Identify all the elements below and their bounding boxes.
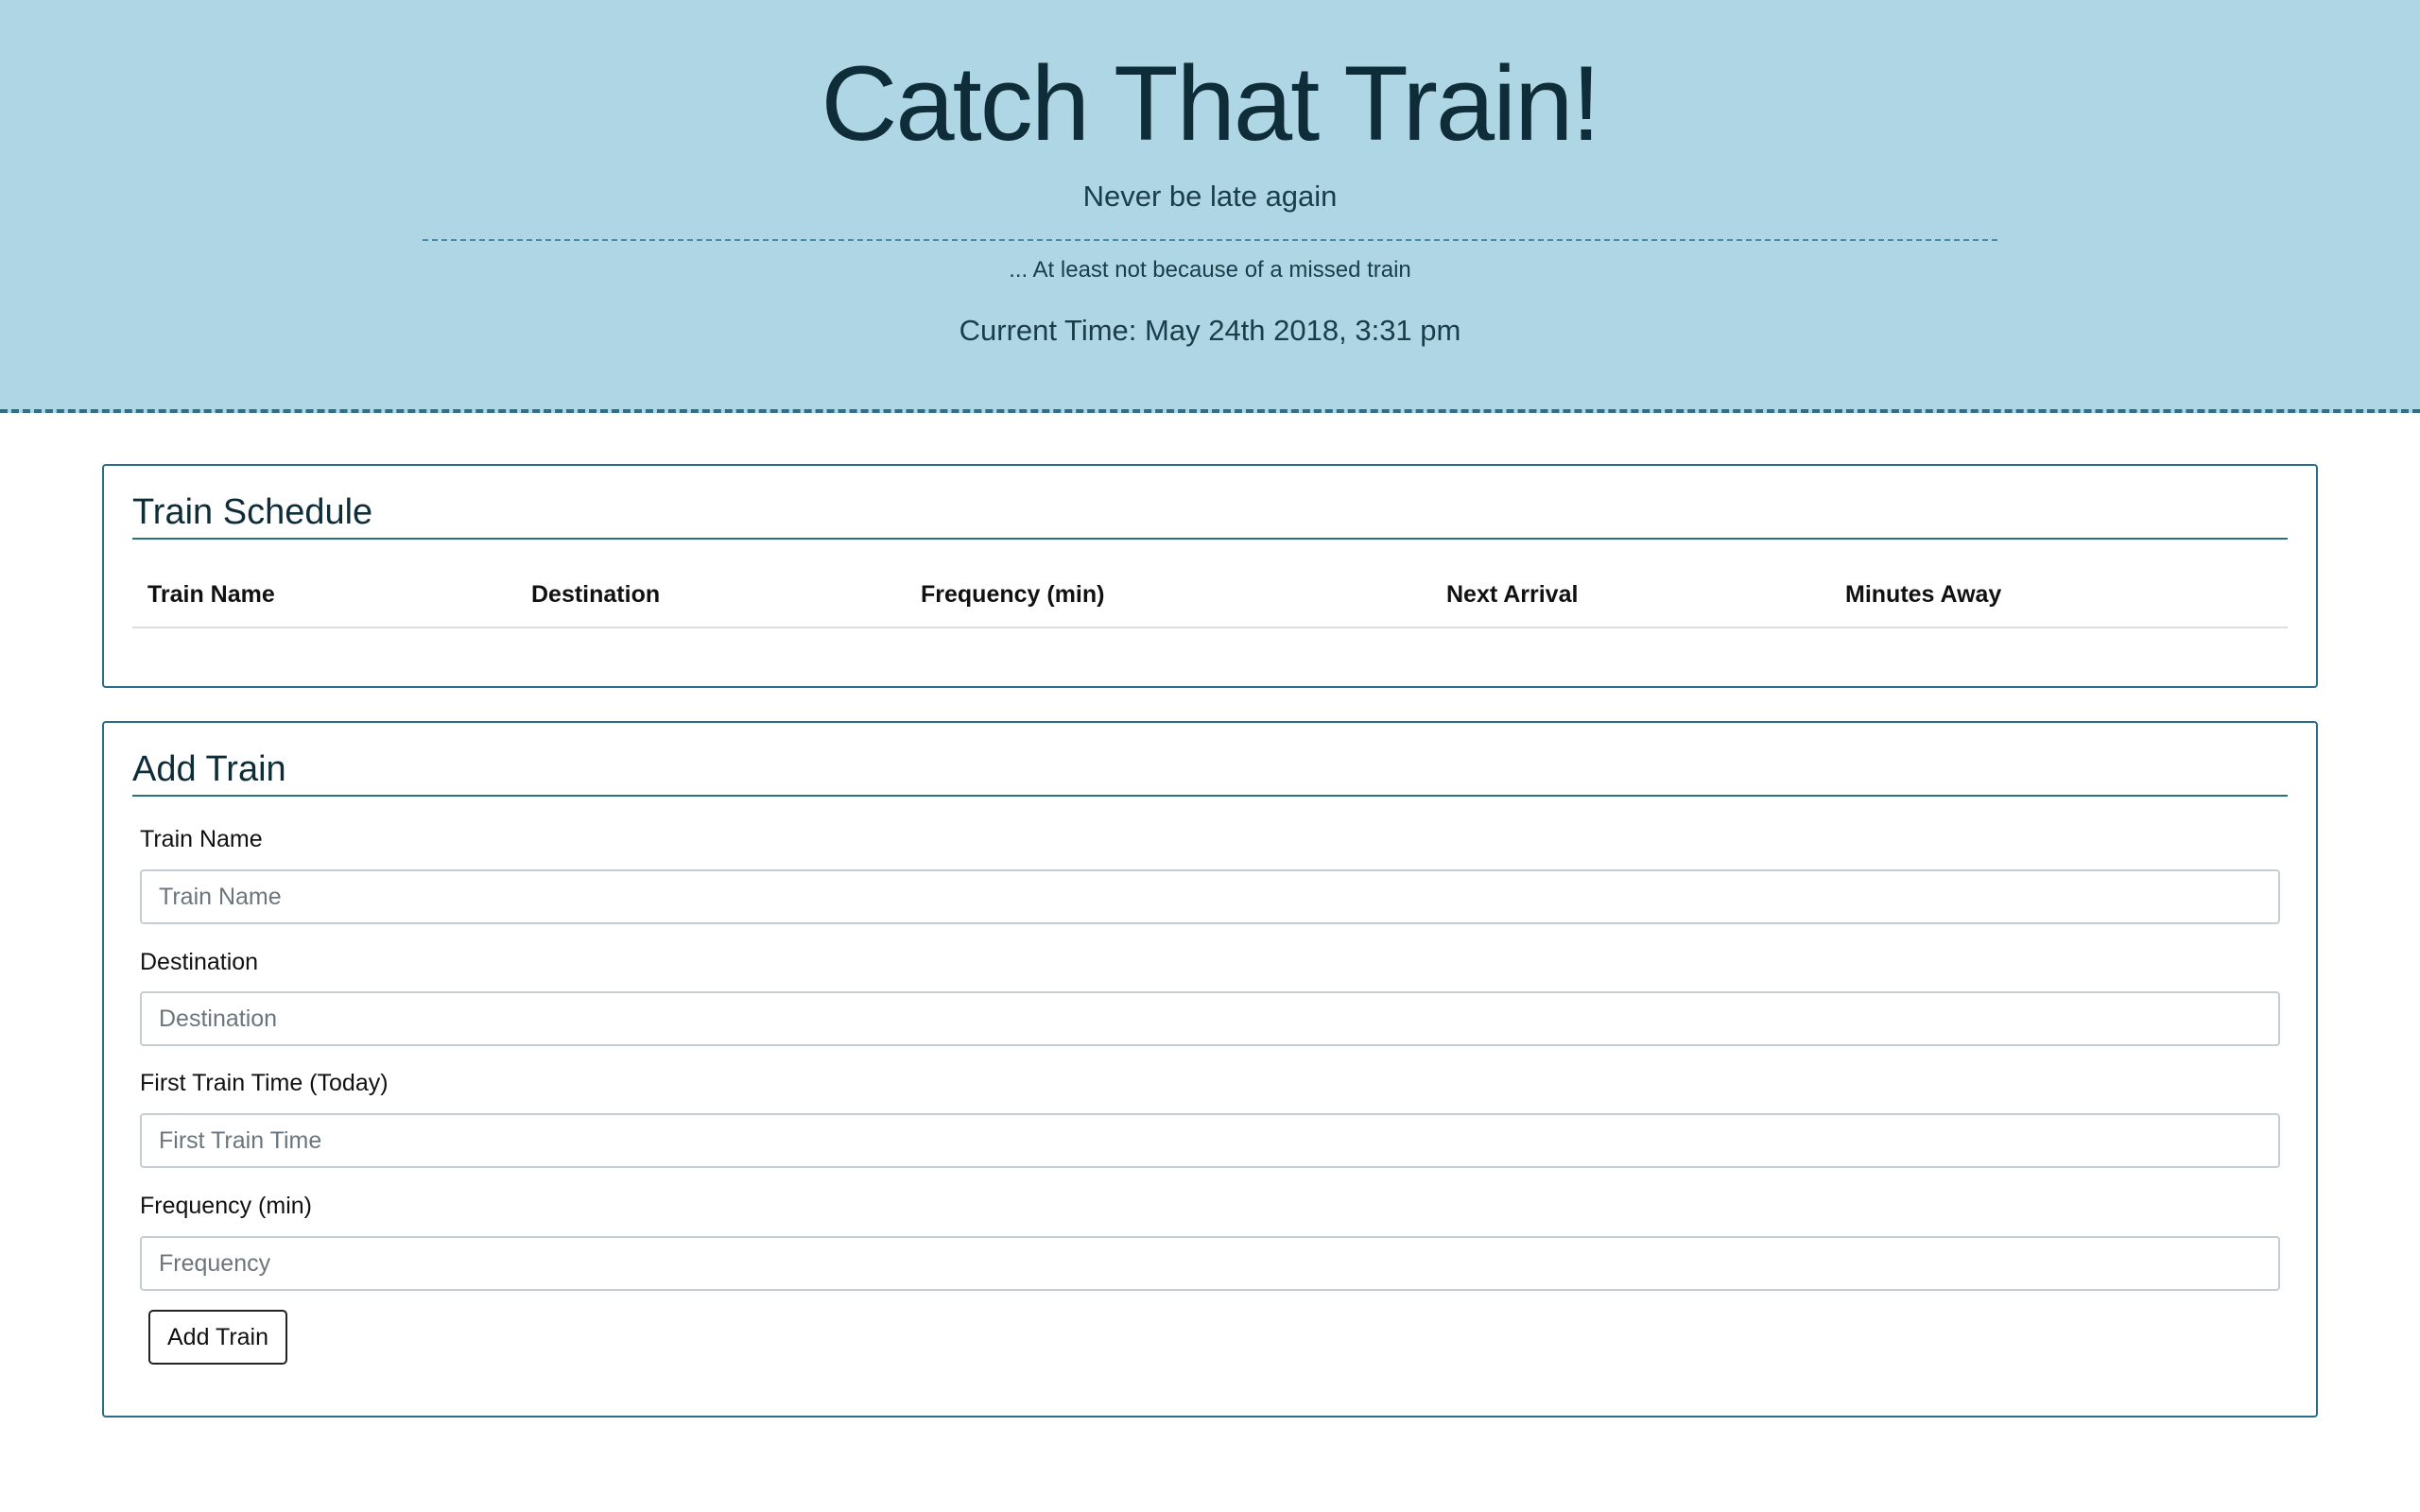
column-header-train-name: Train Name — [147, 581, 275, 608]
train-name-input[interactable] — [140, 869, 2280, 924]
add-train-panel: Add Train Train Name Destination First T… — [102, 721, 2318, 1418]
first-train-time-label: First Train Time (Today) — [140, 1070, 389, 1096]
train-name-label: Train Name — [140, 826, 263, 852]
column-header-next-arrival: Next Arrival — [1446, 581, 1579, 608]
destination-label: Destination — [140, 949, 259, 975]
frequency-label: Frequency (min) — [140, 1193, 312, 1219]
frequency-input[interactable] — [140, 1236, 2280, 1291]
sub-tagline: ... At least not because of a missed tra… — [1009, 257, 1411, 283]
column-header-minutes-away: Minutes Away — [1845, 581, 2002, 608]
add-train-button[interactable]: Add Train — [148, 1310, 288, 1365]
destination-input[interactable] — [140, 991, 2280, 1046]
current-time: Current Time: May 24th 2018, 3:31 pm — [959, 314, 1461, 347]
page-title: Catch That Train! — [821, 44, 1600, 163]
header-divider — [423, 239, 1997, 241]
schedule-heading: Train Schedule — [132, 490, 2288, 540]
add-train-heading: Add Train — [132, 747, 2288, 797]
column-header-frequency: Frequency (min) — [921, 581, 1105, 608]
header-jumbotron: Catch That Train! Never be late again ..… — [0, 0, 2420, 413]
train-schedule-panel: Train Schedule Train Name Destination Fr… — [102, 464, 2318, 688]
schedule-table-header: Train Name Destination Frequency (min) N… — [132, 577, 2288, 628]
tagline: Never be late again — [1082, 180, 1338, 213]
column-header-destination: Destination — [531, 581, 661, 608]
first-train-time-input[interactable] — [140, 1113, 2280, 1168]
